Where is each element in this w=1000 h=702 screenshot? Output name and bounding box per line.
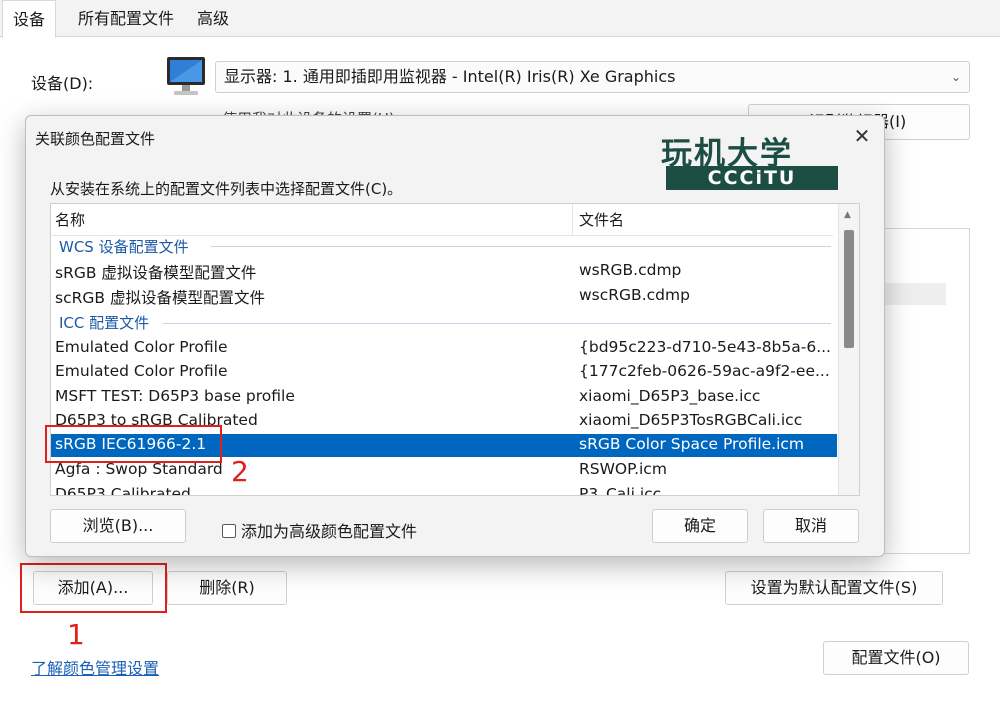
scroll-up-icon[interactable]: ▲ [844,210,851,220]
list-item[interactable]: sRGB 虚拟设备模型配置文件 wsRGB.cdmp [51,260,837,283]
set-default-button[interactable]: 设置为默认配置文件(S) [725,571,943,605]
remove-button[interactable]: 删除(R) [167,571,287,605]
profile-file: wscRGB.cdmp [579,286,690,304]
dialog-title: 关联颜色配置文件 [35,130,156,148]
profile-file: {177c2feb-0626-59ac-a9f2-ee... [579,362,830,380]
profile-name: Emulated Color Profile [55,338,228,356]
advanced-profile-checkbox-label: 添加为高级颜色配置文件 [241,522,418,541]
checkbox-icon[interactable] [222,524,236,538]
logo-text: 玩机大学 [661,136,793,172]
device-select-value: 显示器: 1. 通用即插即用监视器 - Intel(R) Iris(R) Xe … [224,67,676,86]
profile-name: MSFT TEST: D65P3 base profile [55,387,295,405]
profile-name: D65P3 Calibrated [55,485,191,496]
annotation-number-1: 1 [67,618,85,651]
ok-button[interactable]: 确定 [652,509,748,543]
monitor-icon [167,57,205,95]
tab-all-profiles[interactable]: 所有配置文件 [68,0,184,37]
tab-advanced[interactable]: 高级 [187,0,239,37]
profile-file: {bd95c223-d710-5e43-8b5a-6... [579,338,831,356]
list-item[interactable]: scRGB 虚拟设备模型配置文件 wscRGB.cdmp [51,285,837,308]
dialog-instruction: 从安装在系统上的配置文件列表中选择配置文件(C)。 [50,180,403,198]
profile-file: RSWOP.icm [579,460,667,478]
group-divider [211,246,831,247]
tab-device[interactable]: 设备 [2,0,57,38]
profile-name: scRGB 虚拟设备模型配置文件 [55,289,265,307]
close-icon[interactable]: ✕ [848,122,876,150]
profiles-button[interactable]: 配置文件(O) [823,641,969,675]
group-icc: ICC 配置文件 [59,314,150,332]
logo-subtext: CCCiTU [666,166,838,190]
list-item[interactable]: MSFT TEST: D65P3 base profile xiaomi_D65… [51,386,837,409]
profile-file: wsRGB.cdmp [579,261,682,279]
advanced-profile-checkbox[interactable]: 添加为高级颜色配置文件 [222,518,417,542]
column-divider[interactable] [572,204,573,236]
profile-file: xiaomi_D65P3TosRGBCali.icc [579,411,803,429]
cccitu-logo: 玩机大学 CCCiTU [661,128,841,192]
profile-name: Emulated Color Profile [55,362,228,380]
chevron-down-icon: ⌄ [950,70,961,84]
profile-file: P3_Cali.icc [579,485,662,496]
list-header: 名称 文件名 [51,204,833,236]
profile-file: sRGB Color Space Profile.icm [579,435,805,453]
scrollbar-thumb[interactable] [844,230,854,348]
profile-name: sRGB 虚拟设备模型配置文件 [55,264,257,282]
list-item[interactable]: Emulated Color Profile {177c2feb-0626-59… [51,361,837,384]
list-item[interactable]: Emulated Color Profile {bd95c223-d710-5e… [51,337,837,360]
device-label: 设备(D): [31,74,94,93]
column-header-name[interactable]: 名称 [55,209,85,230]
column-header-filename[interactable]: 文件名 [579,209,624,230]
associate-profile-dialog: 关联颜色配置文件 ✕ 玩机大学 CCCiTU 从安装在系统上的配置文件列表中选择… [25,115,885,557]
annotation-box-add [20,563,167,613]
cancel-button[interactable]: 取消 [763,509,859,543]
browse-button[interactable]: 浏览(B)... [50,509,186,543]
annotation-number-2: 2 [231,455,249,488]
list-item [878,283,946,305]
annotation-box-srgb [45,425,222,463]
list-scrollbar[interactable]: ▲ [838,204,859,495]
list-item[interactable]: D65P3 Calibrated P3_Cali.icc [51,484,837,496]
tab-bar: 设备 所有配置文件 高级 [0,0,1000,38]
group-divider [163,323,831,324]
device-select[interactable]: 显示器: 1. 通用即插即用监视器 - Intel(R) Iris(R) Xe … [215,61,970,93]
profile-file: xiaomi_D65P3_base.icc [579,387,761,405]
color-management-link[interactable]: 了解颜色管理设置 [31,655,159,679]
profile-list-background [877,228,970,554]
group-wcs: WCS 设备配置文件 [59,238,189,256]
